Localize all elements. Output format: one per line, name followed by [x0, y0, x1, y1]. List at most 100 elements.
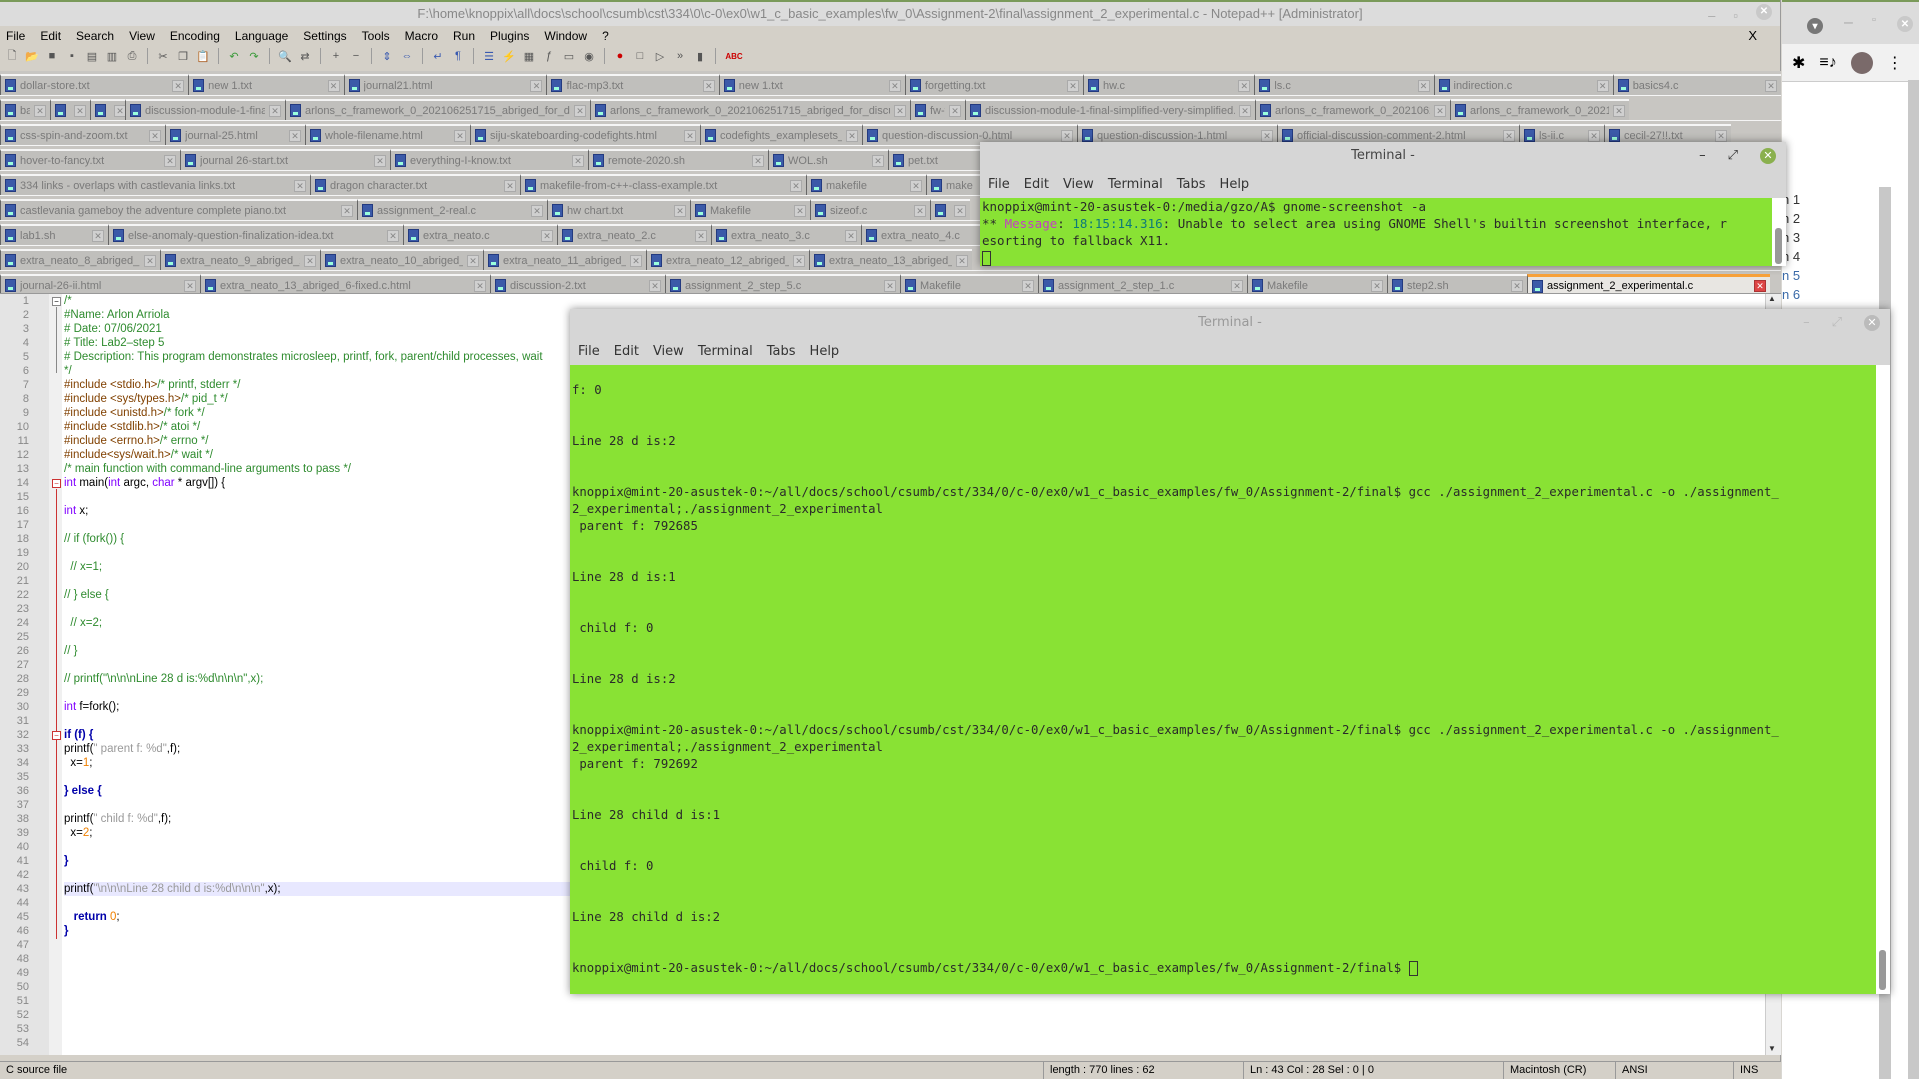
browser-maximize-icon[interactable]: ▫ — [1872, 14, 1876, 26]
menu-macro[interactable]: Macro — [405, 29, 438, 43]
terminal-menu-view[interactable]: View — [653, 344, 684, 359]
close-tab-icon[interactable]: ✕ — [1715, 129, 1727, 142]
close-tab-icon[interactable]: ✕ — [149, 129, 161, 142]
document-tab[interactable]: extra_neato_13_abriged_6-fixed.c.html ✕ — [200, 274, 490, 295]
close-tab-icon[interactable]: ✕ — [630, 254, 642, 267]
close-tab-icon[interactable]: ✕ — [1417, 79, 1430, 92]
terminal-menu-terminal[interactable]: Terminal — [1108, 177, 1163, 192]
paste-icon[interactable]: 📋 — [195, 49, 211, 63]
close-tab-icon[interactable]: ✕ — [956, 254, 968, 267]
doc-map-icon[interactable]: ▦ — [521, 49, 537, 63]
document-tab[interactable]: discussion-module-1-fina ✕ — [125, 99, 285, 120]
close-tab-icon[interactable]: ✕ — [695, 229, 707, 242]
browser-tab-search-icon[interactable]: ▾ — [1807, 18, 1823, 34]
document-tab[interactable]: journal-26-ii.html ✕ — [0, 274, 200, 295]
close-window-icon[interactable]: ✕ — [1756, 4, 1772, 20]
terminal-menu-tabs[interactable]: Tabs — [767, 344, 796, 359]
menu-edit[interactable]: Edit — [40, 29, 61, 43]
cut-icon[interactable]: ✂ — [155, 49, 171, 63]
menu-view[interactable]: View — [129, 29, 155, 43]
stop-record-icon[interactable]: □ — [632, 49, 648, 63]
close-tab-icon[interactable]: ✕ — [374, 154, 386, 167]
menu-encoding[interactable]: Encoding — [170, 29, 220, 43]
terminal-menu-edit[interactable]: Edit — [614, 344, 639, 359]
close-tab-icon[interactable]: ✕ — [1261, 129, 1273, 142]
terminal-menu-help[interactable]: Help — [810, 344, 840, 359]
close-tab-icon[interactable]: ✕ — [92, 229, 104, 242]
document-tab[interactable]: Makefile ✕ — [900, 274, 1038, 295]
terminal-menu-view[interactable]: View — [1063, 177, 1094, 192]
document-tab[interactable]: assignment_2-real.c ✕ — [357, 199, 547, 220]
menu-file[interactable]: File — [6, 29, 25, 43]
minimize-icon[interactable]: – — [1803, 309, 1810, 337]
document-tab[interactable]: everything-I-know.txt ✕ — [390, 149, 588, 170]
menu-settings[interactable]: Settings — [303, 29, 346, 43]
tab-active-document[interactable]: assignment_2_experimental.c ✕ — [1527, 274, 1770, 295]
print-icon[interactable]: ⎙ — [124, 49, 140, 63]
close-tab-icon[interactable]: ✕ — [1588, 129, 1600, 142]
close-tab-icon[interactable]: ✕ — [888, 79, 901, 92]
document-tab[interactable]: extra_neato.c ✕ — [403, 224, 557, 245]
document-tab[interactable]: discussion-module-1-final-simplified-ver… — [965, 99, 1255, 120]
close-tab-icon[interactable]: ✕ — [114, 104, 125, 117]
document-tab[interactable]: arlons_c_framework_0_202106251715_abrige… — [590, 99, 910, 120]
close-tab-icon[interactable]: ✕ — [702, 79, 715, 92]
document-tab[interactable]: fix✕ — [930, 199, 970, 220]
indent-guide-icon[interactable]: ☰ — [481, 49, 497, 63]
close-tab-icon[interactable]: ✕ — [1434, 104, 1446, 117]
sync-horizontal-icon[interactable]: ⇔ — [399, 49, 415, 63]
terminal-scrollbar[interactable] — [1772, 198, 1786, 266]
close-tab-icon[interactable]: ✕ — [304, 254, 316, 267]
menu-tools[interactable]: Tools — [362, 29, 390, 43]
document-tab[interactable]: la✕ — [90, 99, 125, 120]
zoom-out-icon[interactable]: − — [348, 49, 364, 63]
scroll-up-icon[interactable]: ▲ — [1768, 294, 1776, 303]
document-tab[interactable]: css-spin-and-zoom.txt ✕ — [0, 124, 165, 145]
menu-language[interactable]: Language — [235, 29, 288, 43]
save-macro-icon[interactable]: ▮ — [692, 49, 708, 63]
close-tab-icon[interactable]: ✕ — [894, 104, 906, 117]
document-tab[interactable]: dollar-store.txt ✕ — [0, 74, 189, 95]
window-titlebar[interactable]: F:\home\knoppix\all\docs\school\csumb\cs… — [0, 0, 1780, 26]
document-tab[interactable]: journal 26-start.txt ✕ — [180, 149, 390, 170]
close-tab-icon[interactable]: ✕ — [474, 279, 486, 292]
document-tab[interactable]: extra_neato_12_abriged_5 ✕ — [646, 249, 809, 270]
close-tab-icon[interactable]: ✕ — [752, 154, 764, 167]
browser-close-icon[interactable]: ✕ — [1897, 16, 1913, 32]
close-tab-icon[interactable]: ✕ — [504, 179, 516, 192]
close-tab-icon[interactable]: ✕ — [144, 254, 156, 267]
document-tab[interactable]: journal21.html ✕ — [343, 74, 547, 95]
terminal-output[interactable]: f: 0 Line 28 d is:2 knoppix@mint-20-asuste… — [570, 365, 1890, 994]
record-macro-icon[interactable]: ● — [612, 49, 628, 63]
document-tab[interactable]: basi ✕ — [0, 99, 50, 120]
document-tab[interactable]: siju-skateboarding-codefights.html ✕ — [470, 124, 700, 145]
user-defined-lang-icon[interactable]: ⚡ — [501, 49, 517, 63]
document-tab[interactable]: hw chart.txt ✕ — [547, 199, 690, 220]
terminal-menu-help[interactable]: Help — [1220, 177, 1250, 192]
profile-avatar[interactable] — [1850, 51, 1873, 74]
close-tab-icon[interactable]: ✕ — [949, 104, 961, 117]
close-tab-icon[interactable]: ✕ — [184, 279, 196, 292]
document-tab[interactable]: new 1.txt ✕ — [188, 74, 344, 95]
close-tab-icon[interactable]: ✕ — [289, 129, 301, 142]
document-tab[interactable]: forgetting.txt ✕ — [904, 74, 1084, 95]
function-list-icon[interactable]: ƒ — [541, 49, 557, 63]
show-all-chars-icon[interactable]: ¶ — [450, 49, 466, 63]
close-tab-icon[interactable]: ✕ — [1596, 79, 1609, 92]
terminal-menu-file[interactable]: File — [578, 344, 600, 359]
close-tab-icon[interactable]: ✕ — [467, 254, 479, 267]
menu-search[interactable]: Search — [76, 29, 114, 43]
document-tab[interactable]: journal-25.html ✕ — [165, 124, 305, 145]
close-tab-icon[interactable]: ✕ — [1613, 104, 1625, 117]
document-tab[interactable]: extra_neato_2.c ✕ — [557, 224, 711, 245]
document-tab[interactable]: fw-to ✕ — [910, 99, 965, 120]
document-tab[interactable]: castlevania gameboy the adventure comple… — [0, 199, 357, 220]
close-tab-icon[interactable]: ✕ — [845, 229, 857, 242]
close-tab-icon[interactable]: ✕ — [269, 104, 281, 117]
extensions-icon[interactable]: ✱ — [1792, 53, 1805, 73]
close-tab-icon[interactable]: ✕ — [794, 204, 806, 217]
document-tab[interactable]: assignment_2_step_5.c ✕ — [665, 274, 900, 295]
document-tab[interactable]: new 1.txt ✕ — [718, 74, 905, 95]
close-tab-icon[interactable]: ✕ — [454, 129, 466, 142]
close-tab-icon[interactable]: ✕ — [34, 104, 46, 117]
